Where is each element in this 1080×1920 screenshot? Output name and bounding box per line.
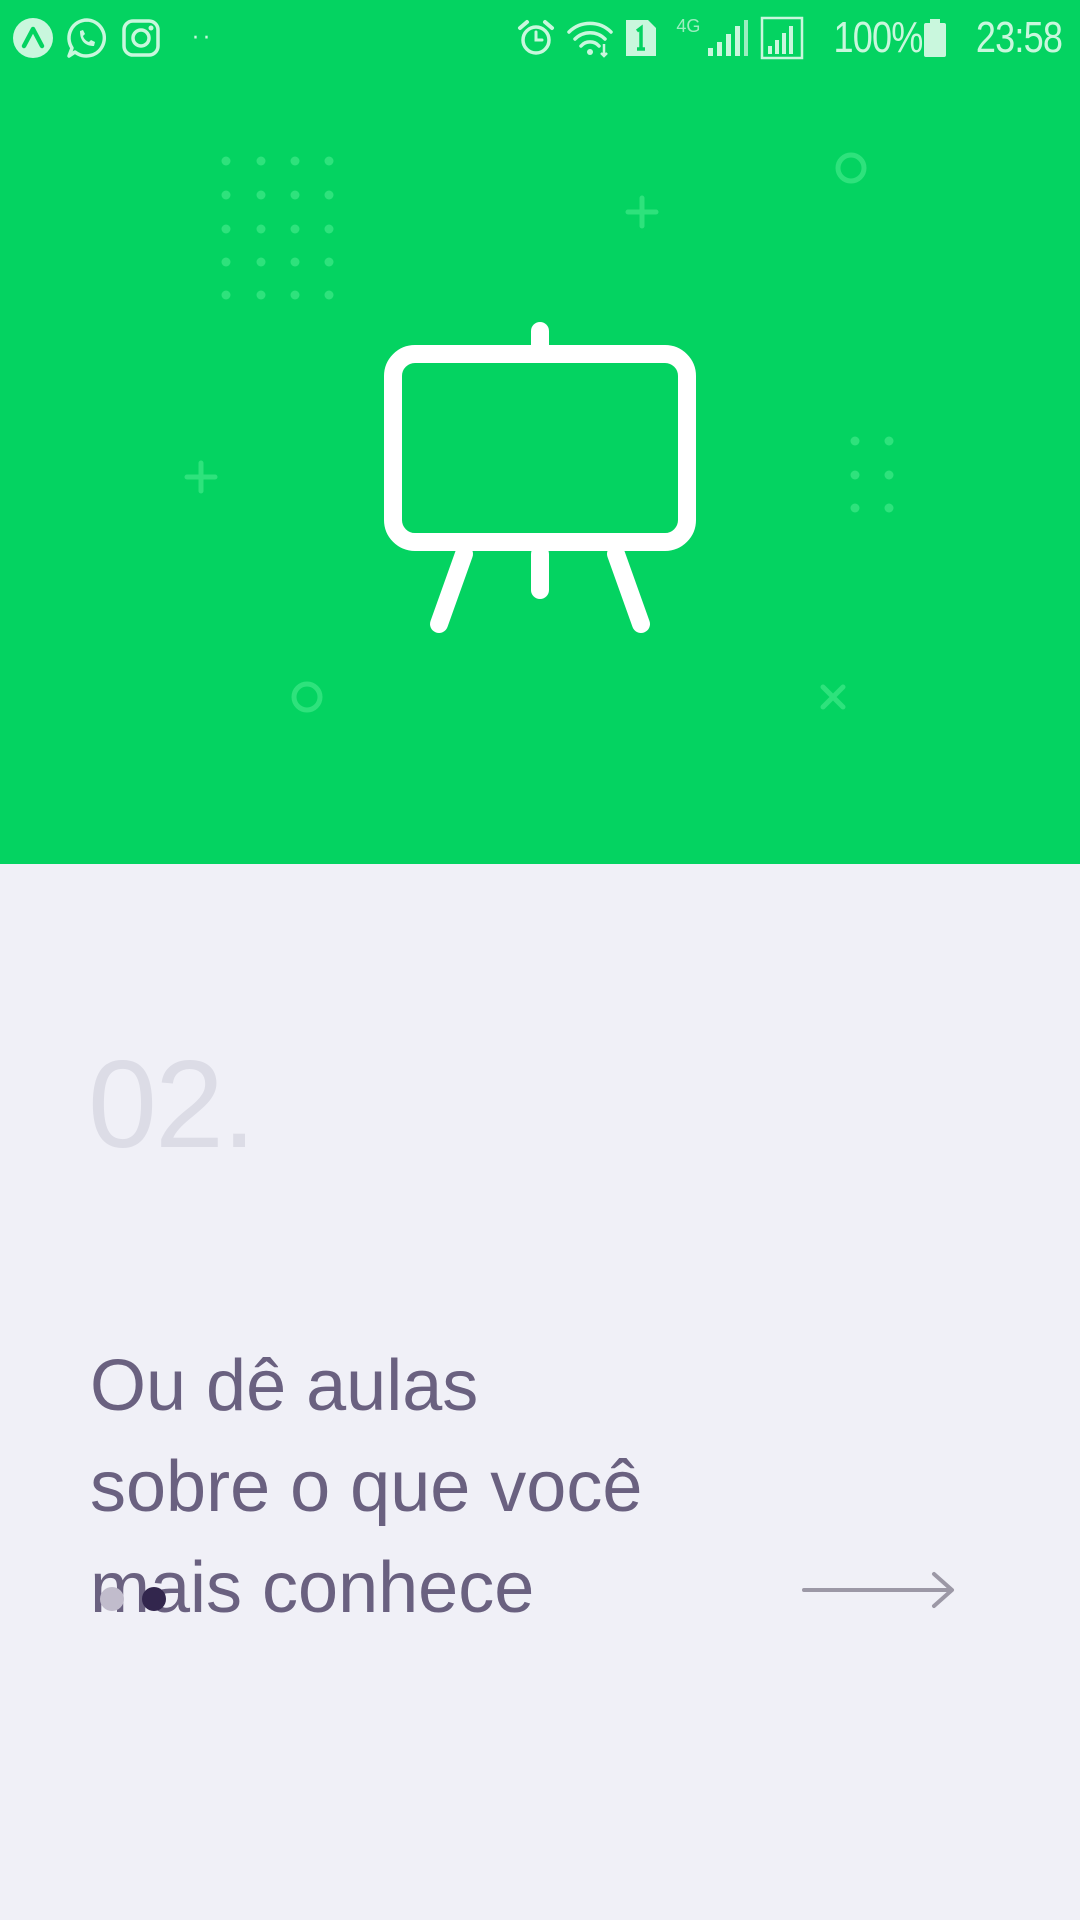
battery-percentage: 100% [833, 13, 924, 62]
system-status: 4G 100% 23:58 [516, 10, 1063, 66]
signal-strength-2-icon [761, 16, 804, 60]
status-clock: 23:58 [975, 13, 1063, 62]
signal-strength-icon [708, 20, 749, 56]
notification-icons: ·· [12, 14, 214, 62]
step-number: 02. [88, 1036, 256, 1174]
page-indicator [100, 1586, 184, 1612]
onboarding-title: Ou dê aulas sobre o que você mais conhec… [90, 1336, 830, 1639]
instagram-icon [122, 19, 160, 57]
hero-banner [0, 0, 1080, 864]
sim-1-icon [626, 20, 657, 56]
page-dot-1 [100, 1587, 124, 1611]
easel-icon [384, 322, 696, 633]
alarm-icon [518, 20, 555, 55]
next-button[interactable] [800, 1566, 960, 1630]
network-type-label: 4G [676, 16, 701, 36]
whatsapp-icon [67, 18, 107, 58]
page-dot-2 [142, 1587, 166, 1611]
status-bar: ·· 4G 100% 23:58 [0, 0, 1080, 76]
android-auto-icon [13, 18, 53, 58]
onboarding-title-line: sobre o que você [90, 1447, 643, 1527]
battery-icon [923, 19, 946, 57]
onboarding-title-line: Ou dê aulas [90, 1346, 479, 1426]
wifi-icon [567, 21, 614, 58]
arrow-right-icon [802, 1572, 954, 1608]
notification-overflow: ·· [192, 25, 214, 51]
